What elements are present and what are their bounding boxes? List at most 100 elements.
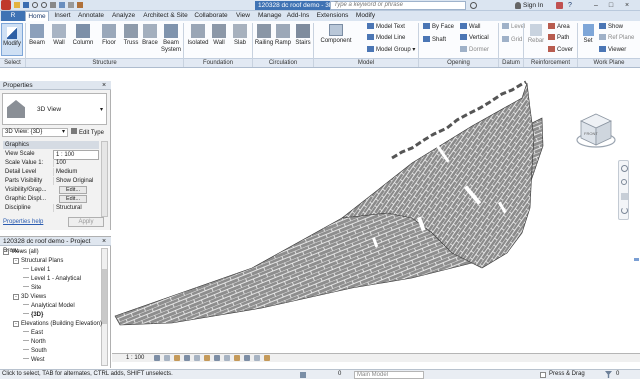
level-button[interactable]: Level [502,23,525,31]
open-icon[interactable] [14,2,20,8]
panel-title-structure[interactable]: Structure [26,58,183,67]
browser-item[interactable]: South [23,347,47,355]
browser-item[interactable]: Level 1 [23,266,50,274]
tab-analyze[interactable]: Analyze [108,11,139,21]
tab-annotate[interactable]: Annotate [76,11,106,21]
path-button[interactable]: Path [548,34,569,42]
collapse-toggle-icon[interactable]: - [13,294,19,300]
modify-button[interactable]: Modify [1,23,23,56]
redo-icon[interactable] [41,2,47,8]
property-row[interactable]: Parts Visibility Show Original [3,177,99,185]
browser-scrollbar[interactable] [101,248,108,366]
grid-button[interactable]: Grid [502,36,522,44]
browser-item[interactable]: - Views (all) [3,248,39,256]
rebar-button[interactable]: Rebar [526,24,546,45]
panel-title-select[interactable]: Select [0,58,25,67]
search-input[interactable]: Type a keyword or phrase [330,1,466,10]
temporary-hide-icon[interactable] [234,355,240,361]
browser-item[interactable]: Level 1 - Analytical [23,275,81,283]
browser-item[interactable]: - Structural Plans [13,257,63,265]
3d-viewport[interactable]: FRONT [112,68,640,353]
panel-title-opening[interactable]: Opening [419,58,498,67]
property-row[interactable]: Graphic Displ... Edit... [3,195,99,203]
vertical-opening-button[interactable]: Vertical [460,34,489,42]
press-drag-checkbox[interactable] [540,372,546,378]
search-icon[interactable] [470,2,477,9]
cover-button[interactable]: Cover [548,46,573,54]
panel-title-reinforcement[interactable]: Reinforcement [524,58,577,67]
set-button[interactable]: Set [580,24,596,45]
apply-button[interactable]: Apply [68,217,104,227]
structure-truss-button[interactable]: Truss [122,24,140,47]
collapse-toggle-icon[interactable]: - [13,258,19,264]
3d-view-icon[interactable] [77,2,83,8]
viewer-button[interactable]: Viewer [599,46,626,54]
shaft-button[interactable]: Shaft [423,36,446,44]
unlock-3d-icon[interactable] [224,355,230,361]
tab-collaborate[interactable]: Collaborate [192,11,230,21]
browser-scroll-thumb[interactable] [102,269,107,324]
undo-icon[interactable] [32,2,38,8]
by-face-button[interactable]: By Face [423,23,454,31]
visual-style-icon[interactable] [164,355,170,361]
show-workplane-button[interactable]: Show [599,23,623,31]
help-button[interactable]: ? [568,1,572,10]
structure-floor-button[interactable]: Floor [98,24,120,47]
tab-extensions[interactable]: Extensions [314,11,351,21]
worksharing-icon[interactable] [300,372,306,378]
browser-item[interactable]: Site [23,284,41,292]
ref-plane-button[interactable]: Ref Plane [599,34,634,42]
panel-title-datum[interactable]: Datum [499,58,523,67]
close-button[interactable]: × [621,1,633,10]
property-value[interactable]: Show Original [53,177,99,185]
collapse-toggle-icon[interactable]: - [3,249,9,255]
property-value[interactable]: Structural [53,204,99,212]
highlight-boundaries-icon[interactable] [264,355,270,361]
circulation-stairs-button[interactable]: Stairs [293,24,313,47]
panel-title-work-plane[interactable]: Work Plane [578,58,640,67]
circulation-railing-button[interactable]: Railing [254,24,274,47]
minimize-button[interactable]: – [590,1,602,10]
detail-level-icon[interactable] [154,355,160,361]
browser-item[interactable]: West [23,356,45,364]
foundation-wall-button[interactable]: Wall [210,24,228,47]
tab-add-ins[interactable]: Add-Ins [284,11,312,21]
viewcube[interactable]: FRONT [575,110,617,152]
wall-opening-button[interactable]: Wall [460,23,480,31]
property-row[interactable]: Detail Level Medium [3,168,99,176]
edit-type-button[interactable]: Edit Type [71,128,104,138]
model-text-button[interactable]: Model Text [367,23,405,31]
browser-item[interactable]: Analytical Model [23,302,75,310]
browser-item[interactable]: East [23,329,43,337]
show-crop-icon[interactable] [214,355,220,361]
properties-scrollbar[interactable] [101,141,108,217]
property-value[interactable]: Medium [53,168,99,176]
model-group-button[interactable]: Model Group ▾ [367,46,415,54]
foundation-isolated-button[interactable]: Isolated [186,24,210,47]
panel-title-foundation[interactable]: Foundation [184,58,252,67]
tab-home[interactable]: Home [25,11,49,21]
print-icon[interactable] [50,2,56,8]
sun-path-icon[interactable] [174,355,180,361]
structure-brace-button[interactable]: Brace [141,24,159,47]
filter-icon[interactable] [605,371,612,378]
reveal-hidden-icon[interactable] [244,355,250,361]
render-icon[interactable] [194,355,200,361]
tab-view[interactable]: View [232,11,254,21]
view-scale[interactable]: 1 : 100 [126,354,144,362]
structure-beam-button[interactable]: Beam [27,24,47,47]
view-instance-selector[interactable]: 3D View: {3D} ▾ [2,128,68,137]
model-line-button[interactable]: Model Line [367,34,405,42]
properties-help-link[interactable]: Properties help [3,219,43,225]
area-button[interactable]: Area [548,23,570,31]
structure-beam-system-button[interactable]: Beam System [160,24,182,54]
properties-close-icon[interactable]: × [102,82,106,89]
type-selector[interactable]: 3D View ▾ [2,93,107,125]
sign-in-link[interactable]: Sign In [523,1,543,10]
zoom-icon[interactable] [621,179,627,185]
browser-item[interactable]: {3D} [23,311,43,319]
browser-close-icon[interactable]: × [102,238,106,245]
collapse-toggle-icon[interactable]: - [13,321,19,327]
maximize-button[interactable]: □ [605,1,617,10]
browser-item[interactable]: - Elevations (Building Elevation) [13,320,102,328]
